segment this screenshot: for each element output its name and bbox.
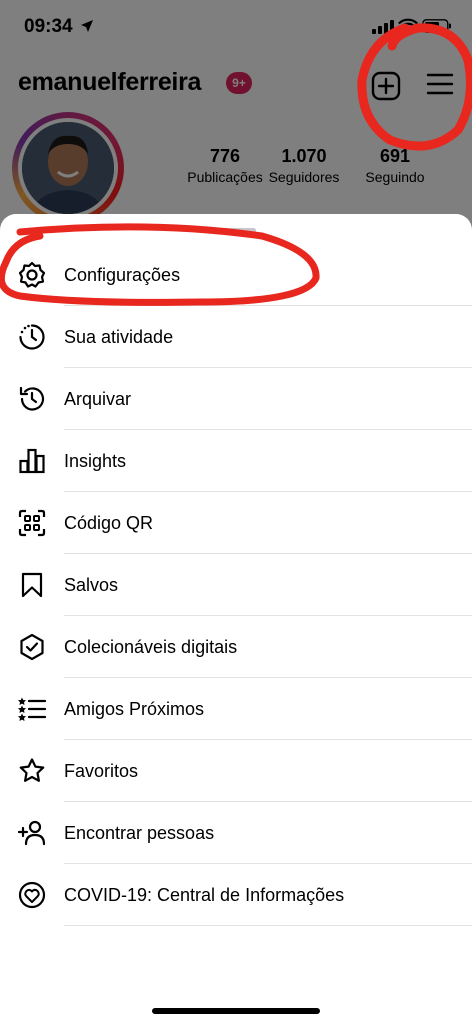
qr-code-icon xyxy=(17,508,47,538)
menu-item-label: Insights xyxy=(64,450,127,471)
home-indicator xyxy=(152,1008,320,1014)
menu-item-label: COVID-19: Central de Informações xyxy=(64,884,345,905)
menu-item-amigos-proximos[interactable]: Amigos Próximos xyxy=(0,678,472,740)
add-person-icon xyxy=(17,818,47,848)
menu-item-configuracoes[interactable]: Configurações xyxy=(0,244,472,306)
options-menu-list: Configurações Sua atividade Arquivar Ins… xyxy=(0,244,472,926)
menu-item-codigo-qr[interactable]: Código QR xyxy=(0,492,472,554)
menu-item-label: Encontrar pessoas xyxy=(64,822,215,843)
menu-item-colecionaveis-digitais[interactable]: Colecionáveis digitais xyxy=(0,616,472,678)
archive-history-icon xyxy=(17,384,47,414)
menu-item-encontrar-pessoas[interactable]: Encontrar pessoas xyxy=(0,802,472,864)
close-friends-list-icon xyxy=(17,694,47,724)
menu-item-label: Configurações xyxy=(64,264,181,285)
menu-item-label: Favoritos xyxy=(64,760,139,781)
menu-item-insights[interactable]: Insights xyxy=(0,430,472,492)
menu-item-arquivar[interactable]: Arquivar xyxy=(0,368,472,430)
menu-item-label: Sua atividade xyxy=(64,326,174,347)
menu-item-favoritos[interactable]: Favoritos xyxy=(0,740,472,802)
sheet-grabber[interactable] xyxy=(216,228,256,233)
insights-bar-chart-icon xyxy=(17,446,47,476)
settings-gear-icon xyxy=(17,260,47,290)
digital-collectibles-icon xyxy=(17,632,47,662)
options-bottom-sheet: Configurações Sua atividade Arquivar Ins… xyxy=(0,214,472,1024)
covid-info-heart-icon xyxy=(17,880,47,910)
menu-item-label: Colecionáveis digitais xyxy=(64,636,238,657)
activity-clock-icon xyxy=(17,322,47,352)
menu-item-label: Salvos xyxy=(64,574,119,595)
bookmark-icon xyxy=(17,570,47,600)
menu-item-label: Código QR xyxy=(64,512,154,533)
menu-item-sua-atividade[interactable]: Sua atividade xyxy=(0,306,472,368)
star-icon xyxy=(17,756,47,786)
menu-item-label: Amigos Próximos xyxy=(64,698,205,719)
menu-item-salvos[interactable]: Salvos xyxy=(0,554,472,616)
menu-item-covid-19[interactable]: COVID-19: Central de Informações xyxy=(0,864,472,926)
menu-item-label: Arquivar xyxy=(64,388,132,409)
